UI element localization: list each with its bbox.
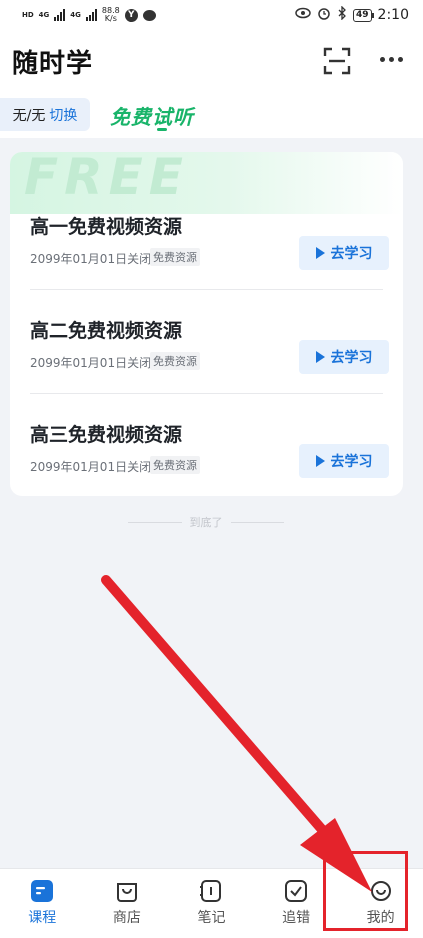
course-date: 2099年01月01日关闭	[30, 460, 152, 474]
divider	[30, 289, 383, 290]
end-text: 到底了	[189, 516, 223, 529]
grade-switch-button[interactable]: 无/无 切换	[0, 98, 90, 131]
clock-time: 2:10	[377, 7, 409, 23]
current-grade: 无/无	[12, 107, 46, 124]
course-date: 2099年01月01日关闭	[30, 356, 152, 370]
study-button[interactable]: 去学习	[299, 236, 389, 270]
study-button[interactable]: 去学习	[299, 444, 389, 478]
message-icon	[142, 9, 156, 21]
course-icon	[31, 880, 54, 902]
signal-icon	[54, 9, 66, 21]
status-left: HD 4G 4G 88.8 K/s Y	[22, 7, 156, 23]
signal-icon-2	[85, 9, 97, 21]
switch-label: 切换	[49, 107, 78, 124]
list-item[interactable]: 高二免费视频资源 2099年01月01日关闭 免费资源 去学习	[10, 316, 403, 420]
net-speed: 88.8 K/s	[102, 7, 120, 23]
course-name: 高三免费视频资源	[30, 424, 183, 446]
net-speed-unit: K/s	[104, 14, 117, 23]
banner-watermark: FREE	[24, 152, 189, 206]
network-label-4g-1: 4G	[38, 10, 50, 19]
nav-item-course[interactable]: 课程	[0, 869, 85, 938]
sub-header: 无/无 切换 免费试听	[0, 92, 423, 138]
scan-icon[interactable]	[322, 46, 352, 76]
course-name: 高二免费视频资源	[30, 320, 183, 342]
study-button-label: 去学习	[330, 454, 373, 470]
eye-icon	[295, 7, 311, 23]
free-course-card: FREE 高一免费视频资源 2099年01月01日关闭 免费资源 去学习 高二免…	[10, 152, 403, 496]
course-date: 2099年01月01日关闭	[30, 252, 152, 266]
page-title: 随时学	[12, 48, 94, 79]
bluetooth-icon	[337, 5, 347, 24]
divider	[30, 393, 383, 394]
list-item[interactable]: 高三免费视频资源 2099年01月01日关闭 免费资源 去学习	[10, 420, 403, 496]
course-name: 高一免费视频资源	[30, 216, 183, 238]
battery-icon: 49	[353, 8, 372, 22]
annotation-box	[323, 851, 408, 931]
app-badge-icon: Y	[124, 8, 138, 22]
nav-label: 追错	[282, 910, 311, 926]
play-icon	[315, 455, 325, 467]
nav-item-store[interactable]: 商店	[85, 869, 170, 938]
study-button[interactable]: 去学习	[299, 340, 389, 374]
more-icon[interactable]	[380, 57, 403, 62]
status-right: 49 2:10	[295, 5, 409, 24]
play-icon	[315, 351, 325, 363]
network-label-hd: HD	[22, 10, 34, 19]
course-tag: 免费资源	[150, 456, 200, 474]
nav-label: 笔记	[197, 910, 226, 926]
list-item[interactable]: 高一免费视频资源 2099年01月01日关闭 免费资源 去学习	[10, 212, 403, 316]
mistakes-icon	[285, 880, 308, 902]
course-tag: 免费资源	[150, 248, 200, 266]
list-end-indicator: 到底了	[128, 514, 284, 530]
course-tag: 免费资源	[150, 352, 200, 370]
alarm-icon	[317, 6, 331, 24]
nav-item-notes[interactable]: 笔记	[169, 869, 254, 938]
nav-label: 商店	[112, 910, 141, 926]
notes-icon	[200, 880, 222, 902]
app-header: 随时学	[0, 30, 423, 92]
study-button-label: 去学习	[330, 246, 373, 262]
store-icon	[116, 883, 137, 902]
section-heading: 免费试听	[110, 105, 194, 129]
status-bar: HD 4G 4G 88.8 K/s Y 49 2:10	[0, 0, 423, 30]
heading-underline	[157, 128, 167, 131]
nav-label: 课程	[28, 910, 57, 926]
study-button-label: 去学习	[330, 350, 373, 366]
network-label-4g-2: 4G	[70, 10, 81, 19]
play-icon	[315, 247, 325, 259]
card-banner: FREE	[10, 152, 403, 214]
